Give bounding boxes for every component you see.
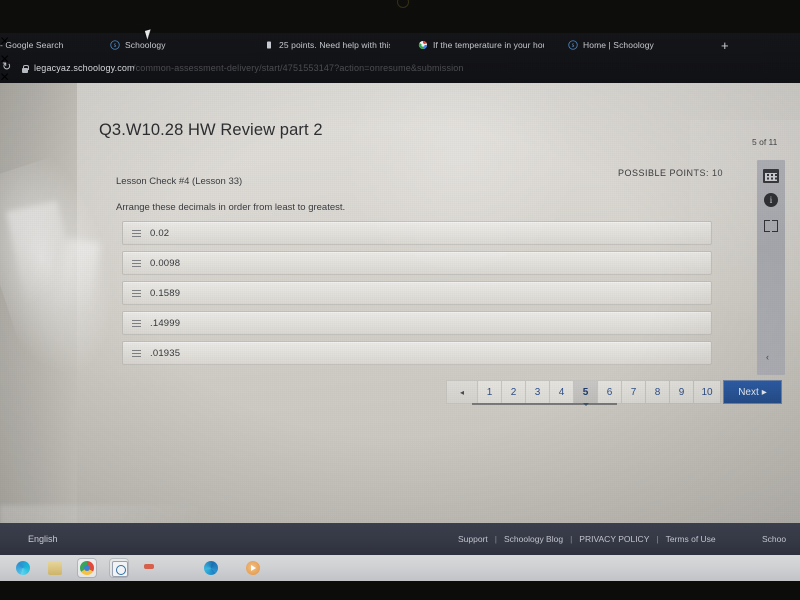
browser-tab-3[interactable]: 25 points. Need help with this r [264, 33, 390, 57]
address-bar-row: ↻ legacyaz.schoology.com /common-assessm… [0, 57, 800, 83]
pagination-progress-underline [472, 403, 617, 405]
taskbar-item-hp-support[interactable] [110, 559, 128, 577]
tab-title: 25 points. Need help with this r [279, 40, 390, 50]
svg-text:S: S [114, 44, 117, 49]
footer-link-support[interactable]: Support [458, 534, 488, 544]
chevron-right-icon: ▸ [761, 386, 767, 398]
browser-tab-2[interactable]: S Schoology [110, 33, 235, 57]
laptop-screen-photo: - Google Search × S Schoology × 25 point… [0, 0, 800, 600]
site-footer: English Support | Schoology Blog | PRIVA… [0, 523, 800, 555]
next-button-label: Next [738, 386, 759, 398]
assessment-tools-rail: ‹ [757, 160, 785, 375]
recording-icon [144, 564, 154, 569]
taskbar-item-media-player[interactable] [244, 559, 262, 577]
list-item-value: .01935 [150, 347, 181, 359]
list-item-value: 0.0098 [150, 257, 181, 269]
tab-title: If the temperature in your hous [433, 40, 544, 50]
info-icon[interactable] [763, 192, 779, 208]
footer-separator: | [494, 534, 497, 544]
page-counter: 5 of 11 [752, 137, 778, 147]
pagination[interactable]: ◂ 1 2 3 4 5 6 7 8 9 10 Next ▸ [446, 380, 782, 406]
pagination-page-6[interactable]: 6 [598, 380, 622, 404]
footer-link-privacy[interactable]: PRIVACY POLICY [579, 534, 649, 544]
drag-handle-icon[interactable] [132, 289, 141, 297]
page-left-margin [0, 83, 77, 523]
pagination-page-4[interactable]: 4 [550, 380, 574, 404]
drag-handle-icon[interactable] [132, 259, 141, 267]
tab-title: Home | Schoology [583, 40, 654, 50]
footer-separator: | [656, 534, 659, 544]
taskbar-item-edge-legacy[interactable] [14, 559, 32, 577]
url-host[interactable]: legacyaz.schoology.com [34, 63, 135, 73]
pagination-page-10[interactable]: 10 [694, 380, 721, 404]
pagination-page-8[interactable]: 8 [646, 380, 670, 404]
drag-handle-icon[interactable] [132, 319, 141, 327]
list-item-value: 0.1589 [150, 287, 181, 299]
pagination-page-1[interactable]: 1 [478, 380, 502, 404]
list-item-value: 0.02 [150, 227, 170, 239]
footer-link-terms[interactable]: Terms of Use [666, 534, 716, 544]
browser-tab-4[interactable]: If the temperature in your hous [418, 33, 544, 57]
pagination-page-3[interactable]: 3 [526, 380, 550, 404]
photo-dark-border [0, 581, 800, 600]
drag-handle-icon[interactable] [132, 229, 141, 237]
list-item-value: .14999 [150, 317, 181, 329]
question-prompt: Arrange these decimals in order from lea… [116, 202, 346, 213]
edge-legacy-icon [16, 561, 30, 575]
pagination-page-2[interactable]: 2 [502, 380, 526, 404]
media-player-icon [246, 561, 260, 575]
schoology-icon: S [568, 40, 578, 50]
lock-icon [22, 65, 29, 73]
google-icon [418, 41, 427, 49]
tab-title: Schoology [125, 40, 166, 50]
browser-tab-5[interactable]: S Home | Schoology [568, 33, 698, 57]
question-header: Lesson Check #4 (Lesson 33) [116, 176, 243, 187]
list-item[interactable]: 0.02 [122, 221, 712, 245]
browser-chrome: - Google Search × S Schoology × 25 point… [0, 0, 800, 122]
list-item[interactable]: .01935 [122, 341, 712, 365]
pagination-page-5[interactable]: 5 [574, 380, 598, 406]
pagination-page-9[interactable]: 9 [670, 380, 694, 404]
browser-tab-1[interactable]: - Google Search [0, 33, 76, 57]
chrome-icon [80, 561, 94, 575]
page-title: Q3.W10.28 HW Review part 2 [99, 121, 323, 139]
taskbar-item-chrome[interactable] [78, 559, 96, 577]
reload-icon[interactable]: ↻ [2, 62, 11, 73]
question-card: Lesson Check #4 (Lesson 33) Arrange thes… [110, 176, 722, 366]
taskbar-item-recording[interactable] [142, 559, 160, 577]
next-button[interactable]: Next ▸ [723, 380, 782, 404]
tab-strip: - Google Search × S Schoology × 25 point… [0, 33, 800, 122]
footer-separator: | [570, 534, 573, 544]
list-item[interactable]: 0.0098 [122, 251, 712, 275]
footer-link-blog[interactable]: Schoology Blog [504, 534, 563, 544]
taskbar-item-edge[interactable] [202, 559, 220, 577]
language-selector[interactable]: English [28, 534, 58, 544]
pagination-page-7[interactable]: 7 [622, 380, 646, 404]
brainly-icon [267, 41, 271, 49]
taskbar-item-file-explorer[interactable] [46, 559, 64, 577]
camera-indicator-icon [397, 0, 409, 8]
footer-brand: Schoo [762, 534, 787, 544]
file-explorer-icon [48, 561, 62, 575]
windows-taskbar [0, 555, 800, 581]
calendar-icon[interactable] [763, 168, 779, 184]
drag-handle-icon[interactable] [132, 349, 141, 357]
schoology-icon: S [110, 40, 120, 50]
list-item[interactable]: 0.1589 [122, 281, 712, 305]
edge-icon [204, 561, 218, 575]
ordering-list[interactable]: 0.02 0.0098 0.1589 .14999 .01935 [122, 221, 712, 371]
tab-title: - Google Search [0, 40, 64, 50]
window-titlebar [0, 0, 800, 33]
rail-collapse-button[interactable]: ‹ [766, 353, 769, 362]
footer-links[interactable]: Support | Schoology Blog | PRIVACY POLIC… [458, 534, 716, 544]
hp-support-icon [112, 561, 128, 577]
pagination-prev[interactable]: ◂ [446, 380, 478, 404]
url-path[interactable]: /common-assessment-delivery/start/475155… [133, 63, 463, 73]
fullscreen-icon[interactable] [763, 218, 779, 234]
new-tab-button[interactable]: + [721, 39, 729, 52]
list-item[interactable]: .14999 [122, 311, 712, 335]
svg-text:S: S [572, 44, 575, 49]
